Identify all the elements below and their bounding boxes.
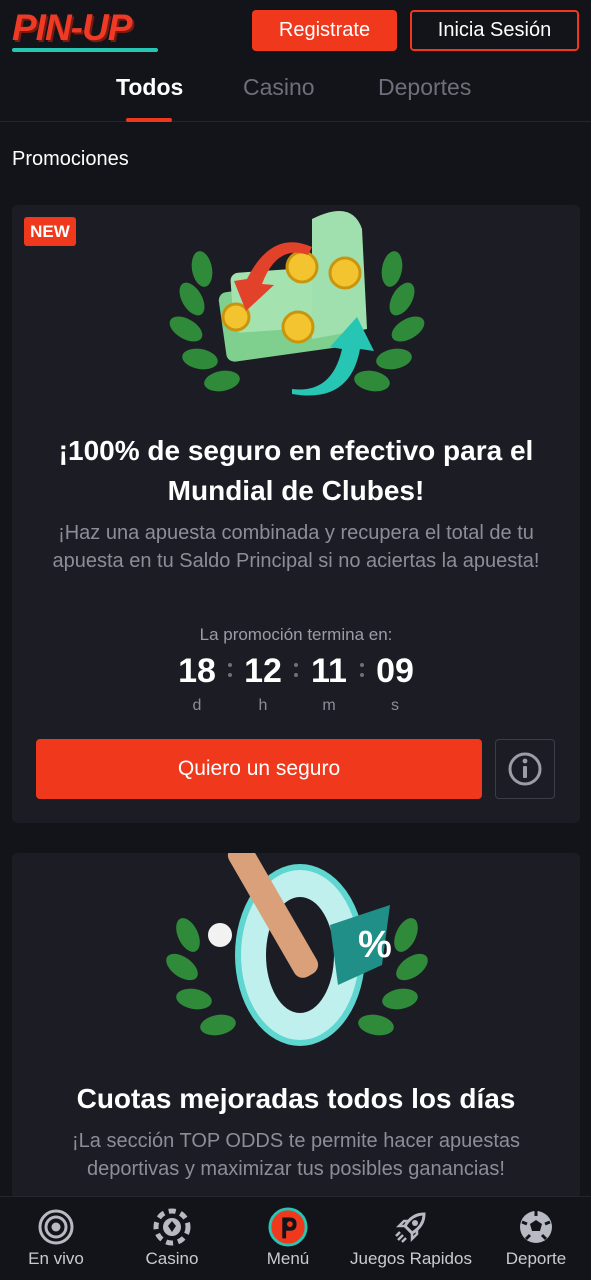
nav-item-live[interactable]: En vivo	[20, 1197, 92, 1280]
promo-desc-line2: apuesta en tu Saldo Principal si no acie…	[52, 550, 540, 572]
tab-todos[interactable]: Todos	[116, 74, 183, 101]
section-title: Promociones	[12, 148, 129, 170]
cashback-money-icon	[169, 211, 425, 396]
zero-percent-bat-icon: %	[166, 853, 428, 1046]
get-insurance-button[interactable]: Quiero un seguro	[36, 739, 482, 799]
svg-text:%: %	[358, 924, 392, 966]
countdown-minutes-unit: m	[322, 697, 336, 714]
countdown-hours: 12 h	[233, 651, 293, 715]
category-tabs: Todos Casino Deportes	[0, 60, 591, 122]
promo-card-top-odds: % Cuotas mejoradas todos los días ¡La se…	[12, 853, 580, 1198]
pinup-logo-icon	[268, 1207, 308, 1247]
nav-label-sport: Deporte	[505, 1249, 567, 1268]
countdown-days-value: 18	[178, 652, 216, 690]
info-icon	[508, 752, 542, 786]
rocket-icon	[391, 1207, 431, 1247]
tab-casino[interactable]: Casino	[243, 74, 315, 101]
countdown-days-unit: d	[192, 697, 202, 714]
promo-desc-line2: deportivas y maximizar tus posibles gana…	[87, 1158, 505, 1180]
countdown-minutes-value: 11	[311, 652, 347, 690]
countdown-seconds: 09 s	[365, 651, 425, 715]
soccer-ball-icon	[516, 1207, 556, 1247]
tab-deportes[interactable]: Deportes	[378, 74, 471, 101]
new-badge: NEW	[24, 217, 76, 246]
countdown-minutes: 11 m	[299, 651, 359, 715]
logo-text: PIN-UP	[12, 7, 132, 48]
bottom-nav: En vivo Casino Menú Juegos Rapidos Depor…	[0, 1196, 591, 1280]
logo-underline	[12, 48, 158, 52]
countdown-seconds-value: 09	[376, 652, 414, 690]
countdown-days: 18 d	[167, 651, 227, 715]
promo-desc-line1: ¡Haz una apuesta combinada y recupera el…	[58, 522, 534, 544]
nav-label-casino: Casino	[145, 1249, 199, 1268]
promo-info-button[interactable]	[495, 739, 555, 799]
nav-label-live: En vivo	[28, 1249, 84, 1268]
countdown-seconds-unit: s	[391, 697, 399, 714]
promo-card-cashback: NEW ¡100% de seguro en efectivo para el …	[12, 205, 580, 823]
promo-title: Cuotas mejoradas todos los días	[76, 1083, 516, 1114]
promo-desc-line1: ¡La sección TOP ODDS te permite hacer ap…	[72, 1130, 520, 1152]
nav-item-menu[interactable]: Menú	[252, 1197, 324, 1280]
nav-label-fast-games: Juegos Rapidos	[350, 1249, 472, 1268]
nav-item-sport[interactable]: Deporte	[500, 1197, 572, 1280]
register-button[interactable]: Registrate	[252, 10, 397, 51]
nav-item-fast-games[interactable]: Juegos Rapidos	[346, 1197, 476, 1280]
login-button[interactable]: Inicia Sesión	[410, 10, 579, 51]
nav-item-casino[interactable]: Casino	[136, 1197, 208, 1280]
top-header: PIN-UP Registrate Inicia Sesión	[0, 0, 591, 60]
pinup-logo[interactable]: PIN-UP	[12, 6, 162, 54]
countdown-hours-value: 12	[244, 652, 282, 690]
countdown-hours-unit: h	[258, 697, 268, 714]
promo-title-line2: Mundial de Clubes!	[167, 475, 425, 506]
live-icon	[36, 1207, 76, 1247]
casino-chip-icon	[152, 1207, 192, 1247]
promo-title-line1: ¡100% de seguro en efectivo para el	[58, 435, 534, 466]
countdown-label: La promoción termina en:	[199, 625, 393, 644]
active-tab-indicator	[126, 118, 172, 122]
nav-label-menu: Menú	[266, 1249, 310, 1268]
